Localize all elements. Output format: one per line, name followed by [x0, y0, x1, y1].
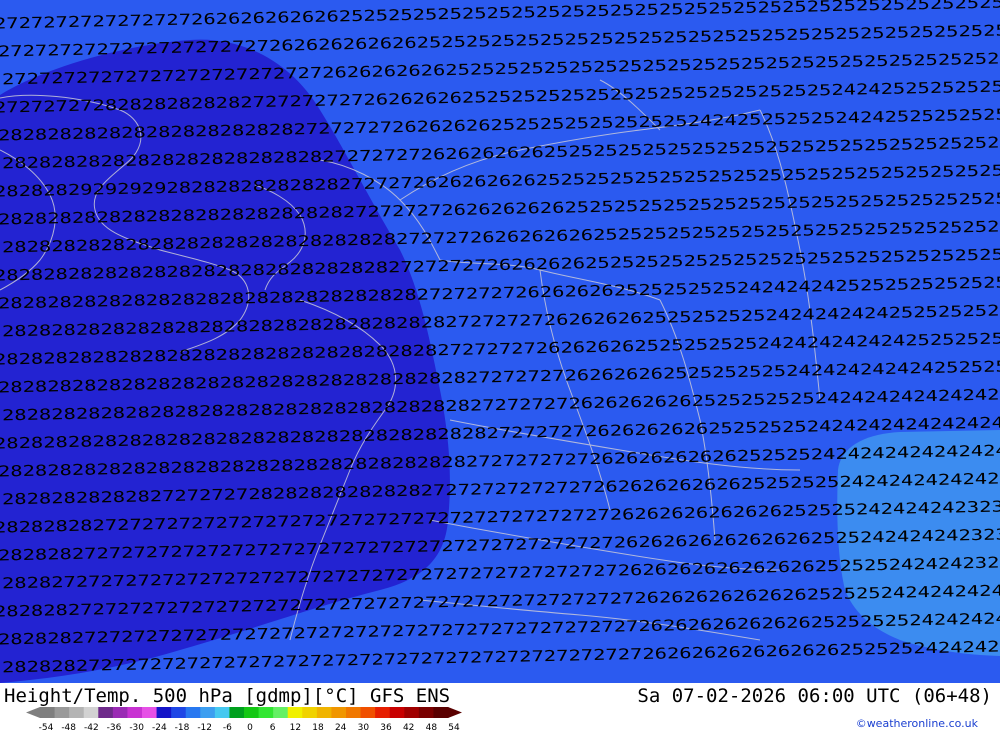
scale-swatch	[200, 707, 216, 718]
scale-tick-label: -30	[129, 723, 144, 733]
scale-swatch	[433, 707, 449, 718]
scale-tick-label: 12	[290, 723, 301, 733]
color-scale: -54 -48 -42 -36 -30 -24 -18 -12 -6 0 6 12 18 24 30 36 42…	[26, 707, 462, 733]
scale-swatch	[98, 707, 114, 718]
scale-swatch	[389, 707, 405, 718]
scale-swatch	[214, 707, 230, 718]
scale-tick-label: 42	[403, 723, 414, 733]
scale-swatch	[229, 707, 245, 718]
scale-tick-label: -12	[197, 723, 212, 733]
scale-swatch	[418, 707, 434, 718]
valid-time: Sa 07-02-2026 06:00 UTC (06+48)	[637, 685, 992, 707]
scale-tick-label: -48	[61, 723, 76, 733]
scale-tick-label: 18	[312, 723, 324, 733]
weather-map: 2727272727272727262626262626252525252525…	[0, 0, 1000, 683]
scale-tick-label: 6	[270, 723, 276, 733]
color-scale-tick-labels: -54 -48 -42 -36 -30 -24 -18 -12 -6 0 6 12 18 24 30 36 42…	[39, 723, 460, 733]
scale-swatch	[185, 707, 201, 718]
scale-swatch	[127, 707, 143, 718]
color-scale-swatches	[26, 707, 462, 718]
scale-swatch	[171, 707, 187, 718]
scale-swatch	[83, 707, 99, 718]
map-footer: Height/Temp. 500 hPa [gdmp][°C] GFS ENS …	[0, 683, 1000, 733]
scale-swatch	[156, 707, 172, 718]
scale-tick-label: 36	[380, 723, 392, 733]
scale-swatch	[142, 707, 158, 718]
scale-right-arrow	[448, 707, 462, 718]
credit-link[interactable]: ©weatheronline.co.uk	[856, 717, 978, 730]
scale-tick-label: -42	[84, 723, 99, 733]
scale-swatch	[375, 707, 391, 718]
scale-swatch	[258, 707, 274, 718]
scale-swatch	[316, 707, 332, 718]
scale-swatch	[360, 707, 376, 718]
scale-swatch	[54, 707, 70, 718]
scale-tick-label: 24	[335, 723, 347, 733]
map-canvas: 2727272727272727262626262626252525252525…	[0, 0, 1000, 683]
scale-tick-label: 30	[358, 723, 370, 733]
scale-tick-label: -18	[175, 723, 190, 733]
scale-tick-label: 54	[448, 723, 460, 733]
scale-swatch	[331, 707, 347, 718]
scale-swatch	[40, 707, 56, 718]
scale-swatch	[273, 707, 289, 718]
scale-tick-label: 48	[426, 723, 438, 733]
scale-left-arrow	[26, 707, 40, 718]
scale-tick-label: -24	[152, 723, 167, 733]
map-title: Height/Temp. 500 hPa [gdmp][°C] GFS ENS	[4, 685, 451, 707]
scale-swatch	[69, 707, 85, 718]
scale-swatch	[244, 707, 260, 718]
scale-swatch	[404, 707, 420, 718]
scale-swatch	[302, 707, 318, 718]
scale-tick-label: -54	[39, 723, 54, 733]
scale-tick-label: 0	[247, 723, 253, 733]
scale-tick-label: -36	[107, 723, 122, 733]
scale-swatch	[287, 707, 303, 718]
scale-swatch	[346, 707, 362, 718]
scale-swatch	[112, 707, 128, 718]
scale-tick-label: -6	[223, 723, 232, 733]
